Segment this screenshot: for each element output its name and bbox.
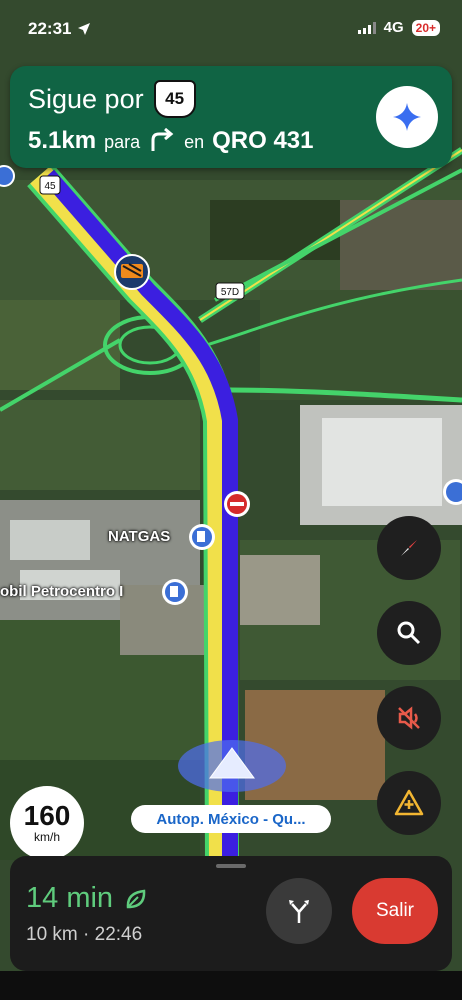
compass-button[interactable] <box>377 516 441 580</box>
poi-label-mobil[interactable]: obil Petrocentro I <box>0 583 123 600</box>
leaf-icon <box>126 889 146 908</box>
eta-minutes: 14 min <box>26 882 114 914</box>
gas-station-icon <box>162 579 188 605</box>
alternate-routes-icon <box>289 900 309 923</box>
banner-instruction-line: Sigue por 45 <box>28 80 196 118</box>
turn-right-icon <box>151 128 174 151</box>
construction-icon <box>114 254 150 290</box>
distance-and-arrival: 10 km · 22:46 <box>26 924 143 945</box>
speed-unit: km/h <box>33 830 60 844</box>
svg-text:57D: 57D <box>221 287 239 298</box>
signal-icon <box>357 21 376 34</box>
speed-value: 160 <box>23 800 71 831</box>
search-button[interactable] <box>377 601 441 665</box>
status-indicators: 4G 20+ <box>357 19 440 36</box>
banner-instruction: Sigue por <box>28 83 144 114</box>
banner-distance-suffix: para <box>104 132 141 152</box>
alternate-routes-button[interactable] <box>266 878 332 944</box>
status-time: 22:31 <box>28 19 72 38</box>
location-arrow-icon <box>78 23 91 35</box>
poi-marker <box>0 165 15 187</box>
banner-distance: 5.1km <box>28 127 97 154</box>
poi-label-natgas[interactable]: NATGAS <box>108 528 170 545</box>
map-shield-57d: 57D <box>215 282 245 300</box>
sparkle-icon <box>393 103 421 131</box>
network-label: 4G <box>383 19 404 36</box>
sound-toggle-button[interactable] <box>377 686 441 750</box>
status-time-group: 22:31 <box>28 19 91 39</box>
report-incident-icon <box>394 789 424 816</box>
gas-station-icon <box>189 524 215 550</box>
svg-text:45: 45 <box>44 181 56 192</box>
banner-preposition: en <box>184 132 205 152</box>
panel-drag-handle[interactable] <box>216 864 246 868</box>
speed-indicator: 160 km/h <box>10 786 84 860</box>
sound-muted-icon <box>398 706 420 730</box>
banner-target-road: QRO 431 <box>212 127 314 154</box>
current-street-label[interactable]: Autop. México - Qu... <box>131 805 331 833</box>
banner-detail-line: 5.1km para en QRO 431 <box>28 124 314 155</box>
status-bar: 22:31 4G 20+ <box>0 0 462 56</box>
report-incident-button[interactable] <box>377 771 441 835</box>
direction-banner[interactable]: Sigue por 45 5.1km para en QRO 431 <box>10 66 452 168</box>
no-entry-icon <box>224 491 250 517</box>
navigation-arrow-icon <box>178 740 286 792</box>
compass-icon <box>401 540 417 556</box>
search-icon <box>397 621 421 645</box>
eta-row: 14 min <box>26 882 147 915</box>
highway-shield: 45 <box>153 80 196 118</box>
home-indicator-bar <box>0 971 462 1000</box>
trip-summary-panel[interactable]: 14 min 10 km · 22:46 Salir <box>10 856 452 971</box>
map-shield-45: 45 <box>39 175 61 195</box>
battery-badge: 20+ <box>411 19 440 36</box>
assistant-button[interactable] <box>376 86 438 148</box>
exit-navigation-button[interactable]: Salir <box>352 878 438 944</box>
